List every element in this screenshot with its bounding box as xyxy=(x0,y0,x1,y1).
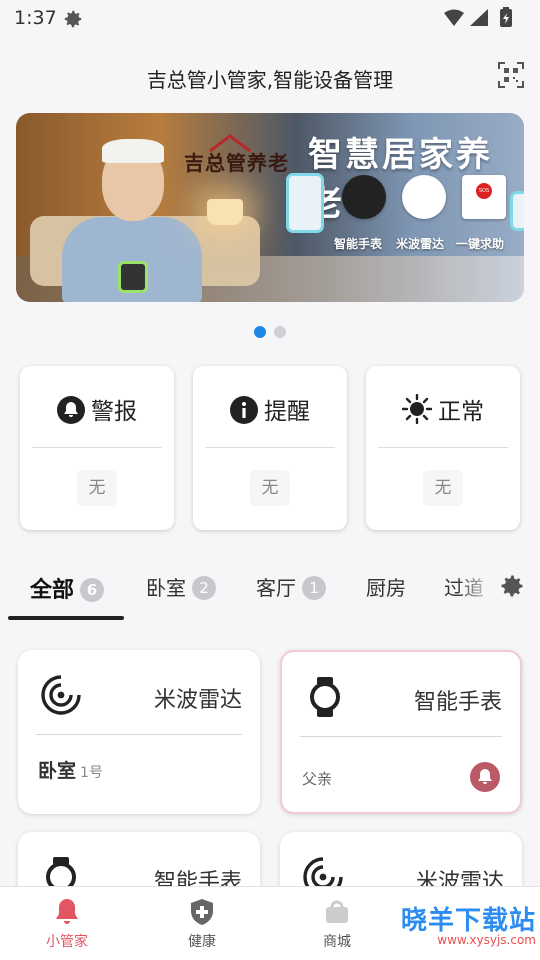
banner-sensor-device xyxy=(510,191,524,231)
status-card-value: 无 xyxy=(77,470,117,506)
promo-banner[interactable]: 吉总管养老 智慧居家养老 SOS 智能手表 米波雷达 一键求助 xyxy=(16,113,524,302)
tab-label: 客厅 xyxy=(256,576,296,600)
bell-icon xyxy=(57,396,85,424)
tab-count-badge: 6 xyxy=(80,578,105,602)
alert-bell-icon[interactable] xyxy=(470,762,500,792)
sos-label: SOS xyxy=(476,183,492,199)
device-type: 智能手表 xyxy=(413,690,502,715)
tab-count-badge: 2 xyxy=(192,576,216,600)
tab-label: 卧室 xyxy=(146,576,186,600)
watermark: 晓羊下载站 www.xysyjs.com xyxy=(401,900,536,947)
device-card-alert[interactable]: 智能手表 父亲 xyxy=(280,650,522,814)
status-card-alarm[interactable]: 警报 无 xyxy=(20,366,174,530)
banner-sos-device: SOS xyxy=(462,175,506,219)
info-icon xyxy=(230,396,258,424)
divider xyxy=(36,734,242,735)
divider xyxy=(378,447,508,448)
status-card-value: 无 xyxy=(423,470,463,506)
sun-icon xyxy=(401,393,433,425)
tab-kitchen[interactable]: 厨房 xyxy=(366,572,406,601)
tab-bedroom[interactable]: 卧室 2 xyxy=(146,572,216,601)
qr-scan-icon[interactable] xyxy=(498,62,524,88)
banner-smartwatch xyxy=(118,261,148,293)
banner-brand: 吉总管养老 xyxy=(184,151,289,175)
status-card-normal[interactable]: 正常 无 xyxy=(366,366,520,530)
banner-device-label: 智能手表 xyxy=(334,237,383,251)
status-card-label: 提醒 xyxy=(264,399,310,425)
device-room-name: 卧室 xyxy=(38,760,77,782)
watch-icon xyxy=(310,677,340,717)
carousel-indicator xyxy=(254,323,294,342)
nav-label: 小管家 xyxy=(46,934,88,950)
radar-icon xyxy=(41,675,81,715)
page-title: 吉总管小管家,智能设备管理 xyxy=(146,68,394,92)
banner-device-label: 米波雷达 xyxy=(396,237,445,251)
divider xyxy=(205,447,335,448)
status-card-reminder[interactable]: 提醒 无 xyxy=(193,366,347,530)
tab-living-room[interactable]: 客厅 1 xyxy=(256,572,326,601)
banner-panel-device xyxy=(286,173,324,233)
banner-lamp xyxy=(207,199,243,225)
app-header: 吉总管小管家,智能设备管理 xyxy=(0,56,540,96)
shield-plus-icon xyxy=(191,899,213,925)
carousel-dot-active[interactable] xyxy=(254,326,266,338)
tabs-fade xyxy=(456,566,496,610)
device-room-number: 1号 xyxy=(80,765,103,781)
tab-label: 厨房 xyxy=(366,576,406,600)
device-type: 米波雷达 xyxy=(153,688,242,713)
tab-count-badge: 1 xyxy=(302,576,326,600)
gear-icon xyxy=(64,10,82,28)
nav-label: 健康 xyxy=(188,934,216,950)
device-owner: 父亲 xyxy=(302,770,333,788)
watermark-text: 晓羊下载站 xyxy=(400,906,536,936)
tab-all[interactable]: 全部 6 xyxy=(30,572,105,604)
nav-label: 商城 xyxy=(323,934,351,950)
tab-label: 全部 xyxy=(30,578,75,603)
divider xyxy=(300,736,502,737)
room-tabs: 全部6 卧室2 客厅1 厨房 过道 xyxy=(0,566,540,622)
gear-icon[interactable] xyxy=(498,572,526,600)
signal-battery-icon xyxy=(444,7,512,27)
nav-item-shop[interactable]: 商城 xyxy=(292,897,382,951)
banner-radar-device xyxy=(402,175,446,219)
status-bar: 1:37 xyxy=(0,0,540,36)
bell-icon xyxy=(56,899,78,924)
status-time: 1:37 xyxy=(14,7,57,29)
status-card-label: 正常 xyxy=(438,399,484,425)
banner-watch-device xyxy=(342,175,386,219)
status-card-label: 警报 xyxy=(91,399,137,425)
device-card[interactable]: 米波雷达 卧室 1号 xyxy=(18,650,260,814)
banner-elder-hair xyxy=(102,139,164,163)
nav-item-home[interactable]: 小管家 xyxy=(22,897,112,951)
device-room: 卧室 1号 xyxy=(38,756,103,783)
carousel-dot[interactable] xyxy=(274,326,286,338)
nav-item-health[interactable]: 健康 xyxy=(157,897,247,951)
divider xyxy=(32,447,162,448)
status-card-value: 无 xyxy=(250,470,290,506)
shop-icon xyxy=(326,900,348,923)
banner-device-label: 一键求助 xyxy=(456,237,505,251)
tab-active-indicator xyxy=(8,616,124,620)
